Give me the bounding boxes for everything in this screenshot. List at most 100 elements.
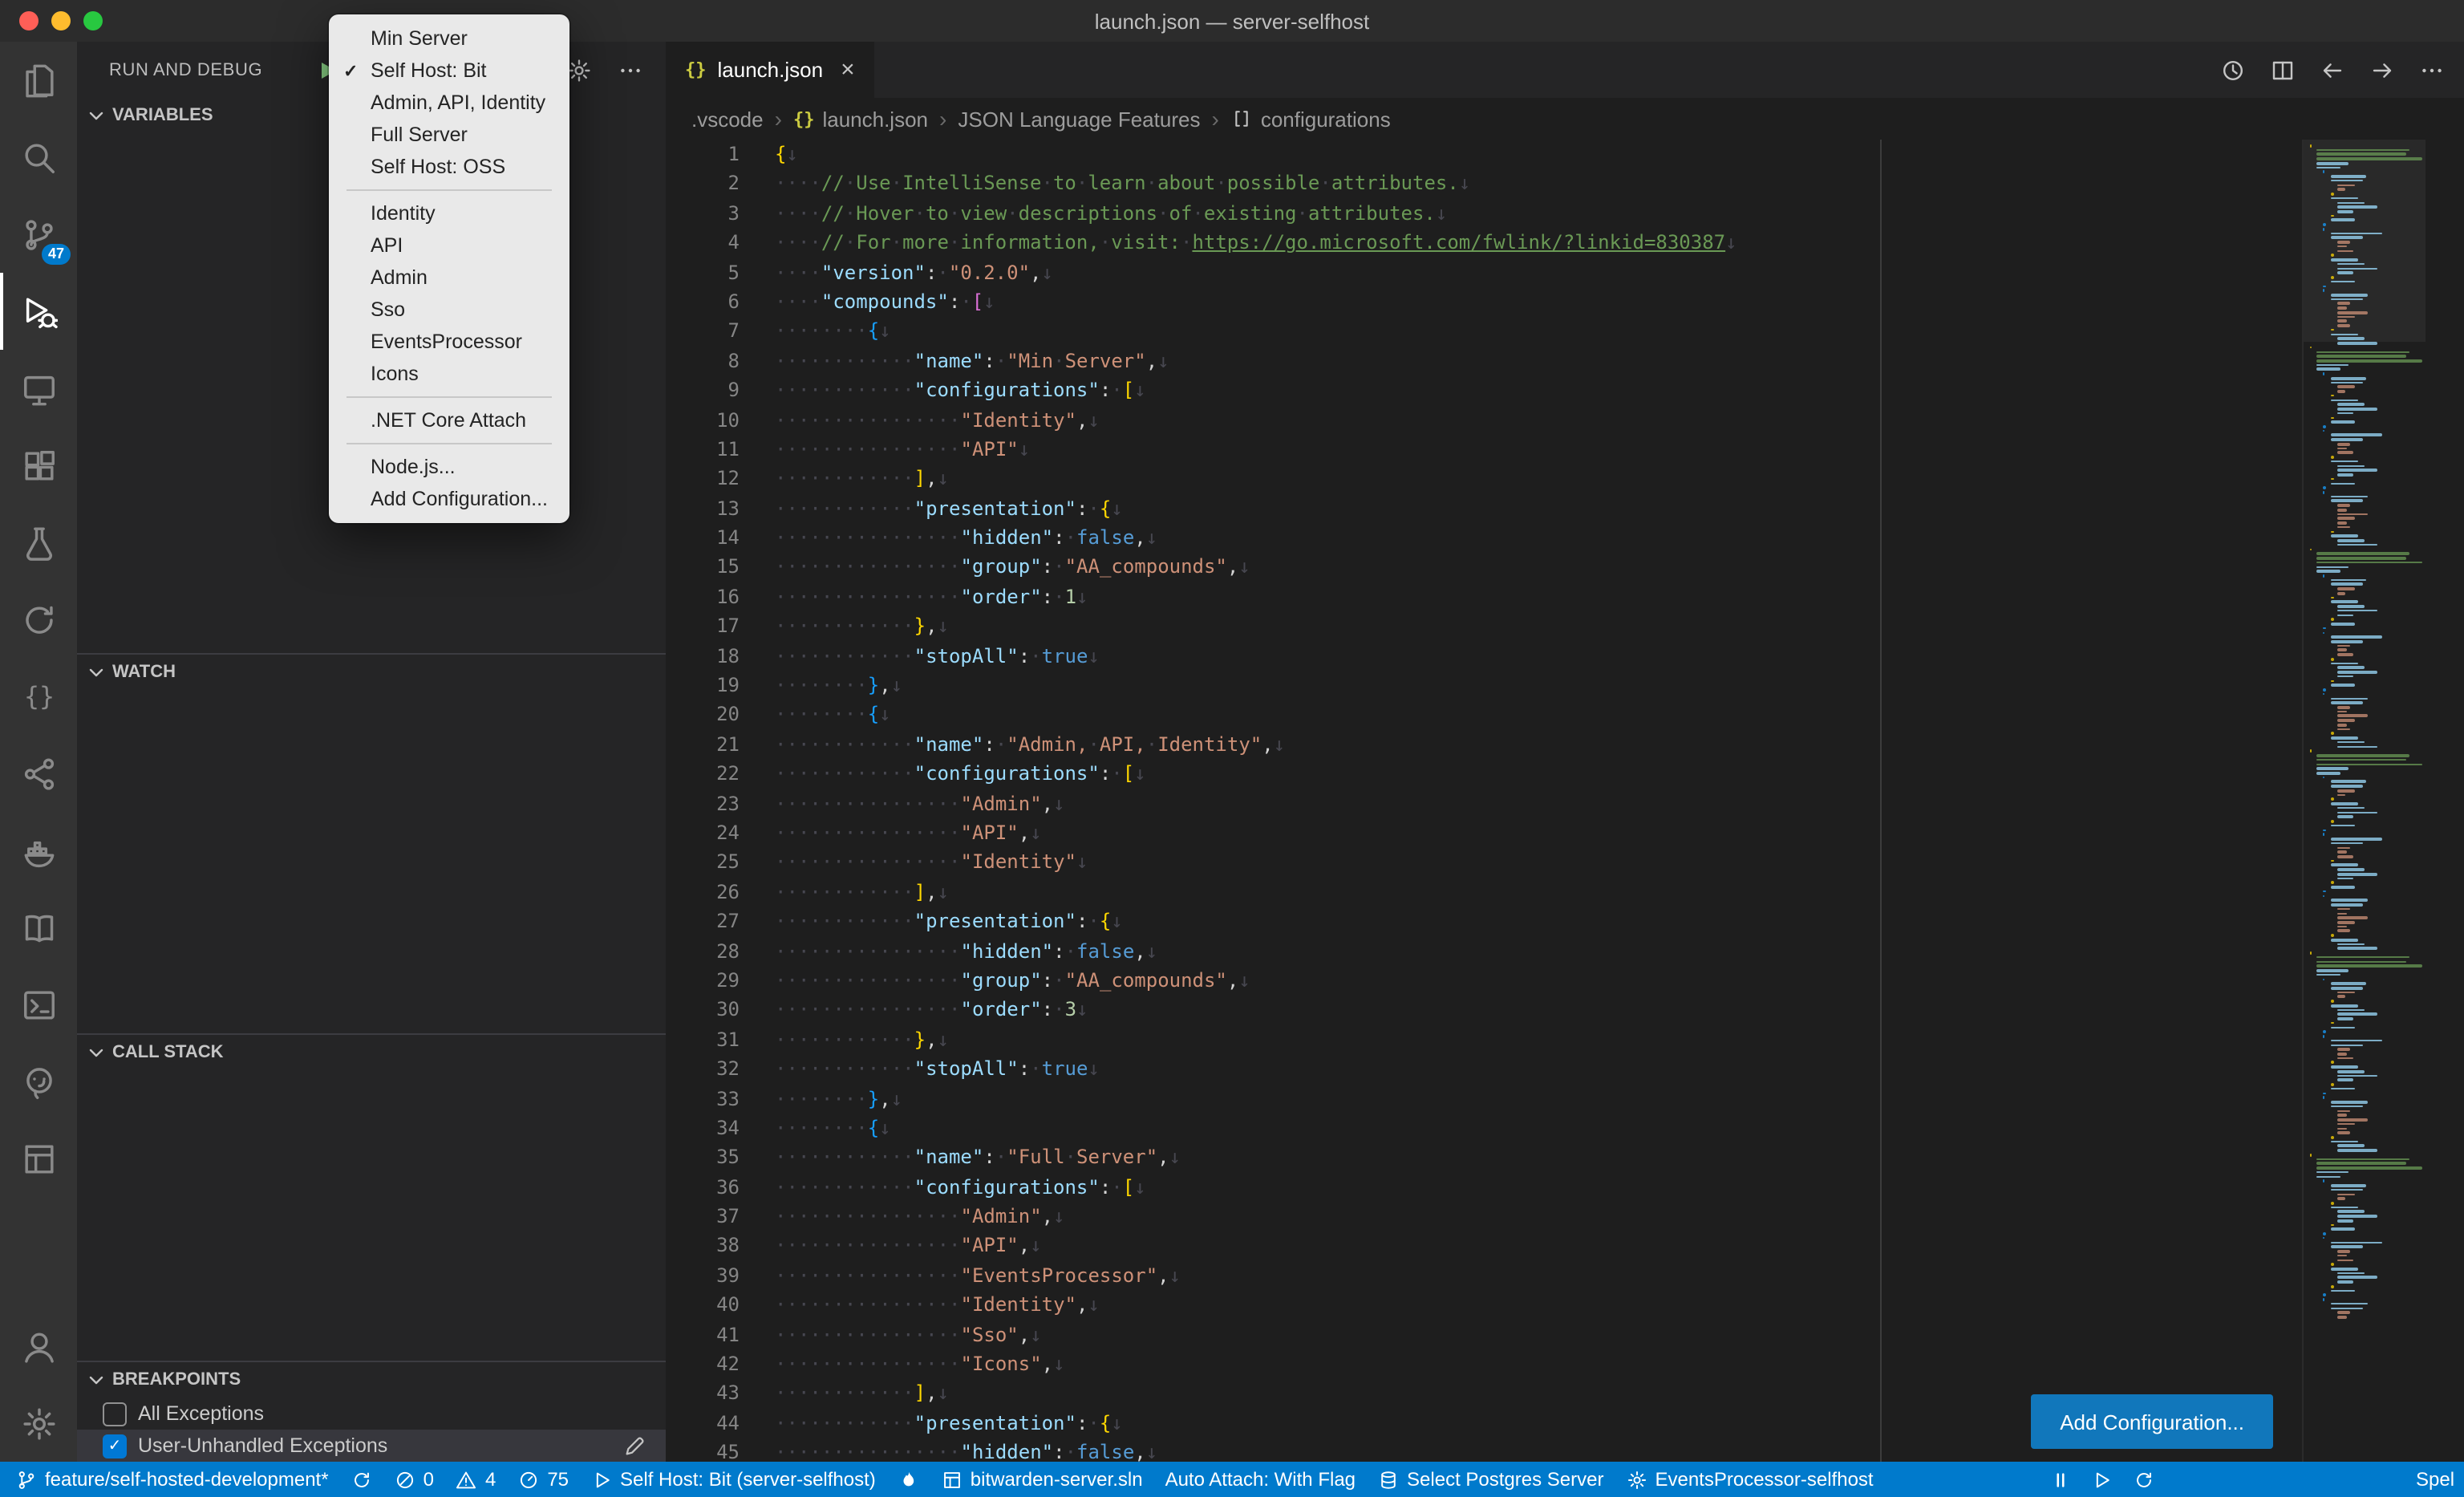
status-item-4[interactable]: 4 <box>456 1468 496 1491</box>
menu-item[interactable]: .NET Core Attach <box>329 404 569 436</box>
status-item[interactable] <box>2134 1469 2154 1490</box>
activity-explorer[interactable] <box>0 42 77 119</box>
menu-item[interactable]: Icons <box>329 358 569 390</box>
activity-restore[interactable] <box>0 581 77 658</box>
minimap[interactable] <box>2302 140 2426 1462</box>
status-item-feature-self-hosted-development[interactable]: feature/self-hosted-development* <box>16 1468 329 1491</box>
history-icon[interactable] <box>2220 57 2246 83</box>
line-number: 32 <box>666 1054 740 1084</box>
breakpoint-row[interactable]: ✓All Exceptions <box>77 1398 666 1430</box>
menu-item[interactable]: Self Host: OSS <box>329 151 569 183</box>
activity-extensions[interactable] <box>0 427 77 504</box>
activity-layout[interactable] <box>0 1120 77 1197</box>
activity-docker[interactable] <box>0 812 77 889</box>
code-line: 36············"configurations":·[↓ <box>666 1172 1737 1202</box>
split-editor-icon[interactable] <box>2270 57 2296 83</box>
breakpoint-row[interactable]: ✓User-Unhandled Exceptions <box>77 1430 666 1462</box>
code-line: 32············"stopAll":·true↓ <box>666 1054 1737 1084</box>
menu-item[interactable]: Admin, API, Identity <box>329 87 569 119</box>
ellipsis-icon[interactable] <box>2419 57 2445 83</box>
activity-notebook[interactable] <box>0 889 77 966</box>
status-item[interactable] <box>898 1469 919 1490</box>
menu-item[interactable]: Sso <box>329 294 569 326</box>
sync-icon <box>351 1469 372 1490</box>
section-breakpoints[interactable]: BREAKPOINTS <box>77 1361 666 1398</box>
activity-source-control[interactable]: 47 <box>0 196 77 273</box>
status-item[interactable] <box>2092 1469 2113 1490</box>
activity-postgres[interactable] <box>0 1043 77 1120</box>
activity-search[interactable] <box>0 119 77 196</box>
line-number: 26 <box>666 878 740 907</box>
line-number: 30 <box>666 996 740 1025</box>
activity-testing[interactable] <box>0 504 77 581</box>
activity-terminal[interactable] <box>0 966 77 1043</box>
status-item-select-postgres-server[interactable]: Select Postgres Server <box>1378 1468 1603 1491</box>
tab-label: launch.json <box>718 58 824 82</box>
status-item-auto-attach-with-flag[interactable]: Auto Attach: With Flag <box>1165 1468 1356 1491</box>
line-number: 11 <box>666 435 740 465</box>
section-watch[interactable]: WATCH <box>77 653 666 690</box>
status-item-0[interactable]: 0 <box>395 1468 434 1491</box>
breadcrumb: .vscode›{}launch.json›JSON Language Feat… <box>666 98 2464 140</box>
activity-remote-explorer[interactable] <box>0 350 77 427</box>
menu-item[interactable]: Node.js... <box>329 451 569 483</box>
menu-item[interactable]: Identity <box>329 197 569 229</box>
edit-pencil-icon[interactable] <box>622 1434 646 1458</box>
menu-item[interactable]: EventsProcessor <box>329 326 569 358</box>
menu-item[interactable]: Full Server <box>329 119 569 151</box>
menu-item[interactable]: Add Configuration... <box>329 483 569 515</box>
section-call-stack[interactable]: CALL STACK <box>77 1034 666 1071</box>
line-number: 9 <box>666 375 740 405</box>
code-line: 15················"group":·"AA_compounds… <box>666 553 1737 582</box>
code-line: 26············],↓ <box>666 878 1737 907</box>
menu-item[interactable]: Min Server <box>329 22 569 55</box>
activity-run-and-debug[interactable] <box>0 273 77 350</box>
scm-badge: 47 <box>42 244 71 265</box>
breadcrumb-item[interactable]: configurations <box>1230 107 1391 131</box>
activity-brackets[interactable]: {} <box>0 658 77 735</box>
code-line: 23················"Admin",↓ <box>666 789 1737 818</box>
status-item-bitwarden-server-sln[interactable]: bitwarden-server.sln <box>942 1468 1143 1491</box>
line-number: 29 <box>666 966 740 996</box>
breadcrumb-item[interactable]: {}launch.json <box>793 107 928 131</box>
close-tab-icon[interactable]: × <box>841 56 855 83</box>
zoom-window-button[interactable] <box>83 11 103 30</box>
add-configuration-button[interactable]: Add Configuration... <box>2031 1394 2273 1449</box>
tab-launch-json[interactable]: {} launch.json × <box>666 42 874 98</box>
breadcrumb-item[interactable]: JSON Language Features <box>958 107 1200 131</box>
line-number: 28 <box>666 936 740 966</box>
arrow-left-icon[interactable] <box>2320 57 2345 83</box>
code-line: 33········},↓ <box>666 1084 1737 1114</box>
code-line: 19········},↓ <box>666 671 1737 700</box>
line-number: 39 <box>666 1261 740 1291</box>
checkbox[interactable]: ✓ <box>103 1434 127 1458</box>
menu-item[interactable]: ✓Self Host: Bit <box>329 55 569 87</box>
minimize-window-button[interactable] <box>51 11 71 30</box>
breadcrumb-item[interactable]: .vscode <box>691 107 764 131</box>
checkbox[interactable]: ✓ <box>103 1402 127 1426</box>
line-number: 15 <box>666 553 740 582</box>
line-number: 43 <box>666 1379 740 1409</box>
status-item-self-host-bit-server-selfhost[interactable]: Self Host: Bit (server-selfhost) <box>591 1468 876 1491</box>
gear-icon[interactable] <box>566 57 592 83</box>
activity-live-share[interactable] <box>0 735 77 812</box>
section-label: CALL STACK <box>112 1044 224 1063</box>
views-ellipsis-icon[interactable] <box>618 57 643 83</box>
menu-item[interactable]: API <box>329 229 569 262</box>
code-editor[interactable]: 1{↓2····//·Use·IntelliSense·to·learn·abo… <box>666 140 2464 1462</box>
status-item-spell[interactable]: Spell <box>2416 1468 2454 1491</box>
line-number: 37 <box>666 1202 740 1231</box>
menu-item[interactable]: Admin <box>329 262 569 294</box>
chevron-down-icon <box>83 1041 109 1066</box>
line-number: 27 <box>666 907 740 936</box>
arrow-right-icon[interactable] <box>2369 57 2395 83</box>
status-item[interactable] <box>2050 1469 2071 1490</box>
close-window-button[interactable] <box>19 11 38 30</box>
activity-accounts[interactable] <box>0 1308 77 1385</box>
code-line: 16················"order":·1↓ <box>666 582 1737 612</box>
status-item-75[interactable]: 75 <box>518 1468 569 1491</box>
activity-settings[interactable] <box>0 1385 77 1462</box>
status-item[interactable] <box>351 1469 372 1490</box>
line-number: 36 <box>666 1172 740 1202</box>
status-item-eventsprocessor-selfhost[interactable]: EventsProcessor-selfhost <box>1626 1468 1873 1491</box>
